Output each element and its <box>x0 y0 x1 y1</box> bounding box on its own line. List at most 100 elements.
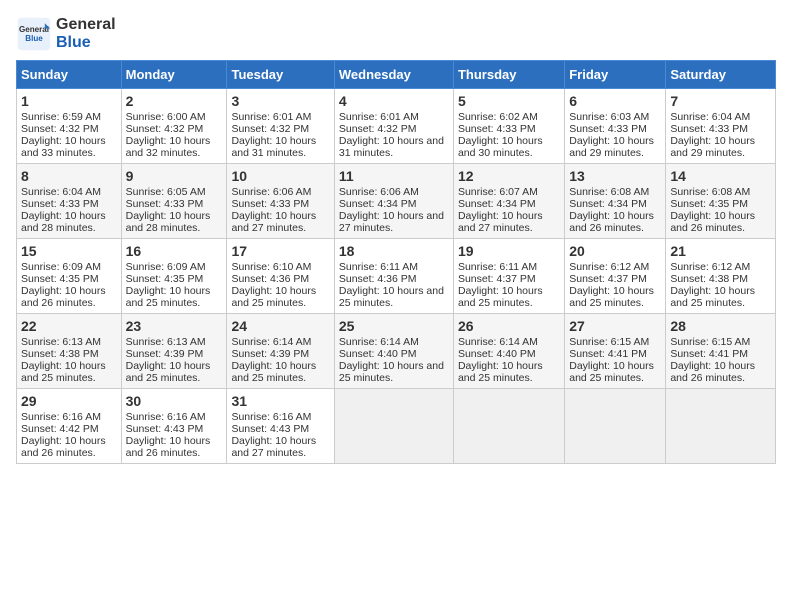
daylight-label: Daylight: 10 hours and 25 minutes. <box>126 360 211 384</box>
sunrise-label: Sunrise: 6:11 AM <box>458 261 537 273</box>
sunrise-label: Sunrise: 6:06 AM <box>339 186 419 198</box>
calendar-cell <box>565 389 666 464</box>
daylight-label: Daylight: 10 hours and 32 minutes. <box>126 135 211 159</box>
sunset-label: Sunset: 4:35 PM <box>126 273 204 285</box>
day-number: 26 <box>458 318 560 334</box>
day-number: 9 <box>126 168 223 184</box>
sunset-label: Sunset: 4:40 PM <box>458 348 536 360</box>
calendar-cell: 31Sunrise: 6:16 AMSunset: 4:43 PMDayligh… <box>227 389 334 464</box>
day-number: 31 <box>231 393 329 409</box>
daylight-label: Daylight: 10 hours and 26 minutes. <box>670 360 755 384</box>
sunset-label: Sunset: 4:32 PM <box>231 123 309 135</box>
day-number: 27 <box>569 318 661 334</box>
day-number: 2 <box>126 93 223 109</box>
daylight-label: Daylight: 10 hours and 31 minutes. <box>339 135 444 159</box>
daylight-label: Daylight: 10 hours and 29 minutes. <box>670 135 755 159</box>
sunrise-label: Sunrise: 6:13 AM <box>21 336 101 348</box>
daylight-label: Daylight: 10 hours and 25 minutes. <box>126 285 211 309</box>
day-number: 29 <box>21 393 117 409</box>
calendar-cell: 4Sunrise: 6:01 AMSunset: 4:32 PMDaylight… <box>334 89 453 164</box>
svg-text:Blue: Blue <box>25 34 43 43</box>
day-number: 19 <box>458 243 560 259</box>
sunrise-label: Sunrise: 6:10 AM <box>231 261 311 273</box>
calendar-cell <box>453 389 564 464</box>
calendar-cell: 8Sunrise: 6:04 AMSunset: 4:33 PMDaylight… <box>17 164 122 239</box>
sunrise-label: Sunrise: 6:02 AM <box>458 111 538 123</box>
daylight-label: Daylight: 10 hours and 28 minutes. <box>126 210 211 234</box>
day-number: 1 <box>21 93 117 109</box>
sunrise-label: Sunrise: 6:06 AM <box>231 186 311 198</box>
sunrise-label: Sunrise: 6:04 AM <box>21 186 101 198</box>
calendar-cell <box>666 389 776 464</box>
sunset-label: Sunset: 4:34 PM <box>569 198 647 210</box>
calendar-table: SundayMondayTuesdayWednesdayThursdayFrid… <box>16 60 776 464</box>
sunrise-label: Sunrise: 6:03 AM <box>569 111 649 123</box>
sunset-label: Sunset: 4:33 PM <box>458 123 536 135</box>
calendar-cell: 20Sunrise: 6:12 AMSunset: 4:37 PMDayligh… <box>565 239 666 314</box>
sunrise-label: Sunrise: 6:12 AM <box>569 261 649 273</box>
calendar-cell: 30Sunrise: 6:16 AMSunset: 4:43 PMDayligh… <box>121 389 227 464</box>
logo: General Blue General Blue <box>16 16 116 52</box>
col-header-sunday: Sunday <box>17 61 122 89</box>
sunrise-label: Sunrise: 6:04 AM <box>670 111 750 123</box>
col-header-thursday: Thursday <box>453 61 564 89</box>
calendar-cell: 24Sunrise: 6:14 AMSunset: 4:39 PMDayligh… <box>227 314 334 389</box>
col-header-tuesday: Tuesday <box>227 61 334 89</box>
week-row-4: 22Sunrise: 6:13 AMSunset: 4:38 PMDayligh… <box>17 314 776 389</box>
daylight-label: Daylight: 10 hours and 26 minutes. <box>670 210 755 234</box>
daylight-label: Daylight: 10 hours and 33 minutes. <box>21 135 106 159</box>
calendar-cell: 5Sunrise: 6:02 AMSunset: 4:33 PMDaylight… <box>453 89 564 164</box>
daylight-label: Daylight: 10 hours and 27 minutes. <box>458 210 543 234</box>
daylight-label: Daylight: 10 hours and 25 minutes. <box>569 285 654 309</box>
calendar-cell: 1Sunrise: 6:59 AMSunset: 4:32 PMDaylight… <box>17 89 122 164</box>
sunrise-label: Sunrise: 6:08 AM <box>670 186 750 198</box>
daylight-label: Daylight: 10 hours and 25 minutes. <box>458 360 543 384</box>
sunset-label: Sunset: 4:43 PM <box>126 423 204 435</box>
day-number: 24 <box>231 318 329 334</box>
sunset-label: Sunset: 4:35 PM <box>670 198 748 210</box>
calendar-cell: 19Sunrise: 6:11 AMSunset: 4:37 PMDayligh… <box>453 239 564 314</box>
calendar-cell: 11Sunrise: 6:06 AMSunset: 4:34 PMDayligh… <box>334 164 453 239</box>
header: General Blue General Blue <box>16 16 776 52</box>
day-number: 18 <box>339 243 449 259</box>
calendar-cell: 14Sunrise: 6:08 AMSunset: 4:35 PMDayligh… <box>666 164 776 239</box>
sunset-label: Sunset: 4:43 PM <box>231 423 309 435</box>
sunset-label: Sunset: 4:38 PM <box>21 348 99 360</box>
week-row-2: 8Sunrise: 6:04 AMSunset: 4:33 PMDaylight… <box>17 164 776 239</box>
sunset-label: Sunset: 4:36 PM <box>339 273 417 285</box>
day-number: 28 <box>670 318 771 334</box>
day-number: 21 <box>670 243 771 259</box>
calendar-cell: 15Sunrise: 6:09 AMSunset: 4:35 PMDayligh… <box>17 239 122 314</box>
sunrise-label: Sunrise: 6:59 AM <box>21 111 101 123</box>
calendar-cell: 12Sunrise: 6:07 AMSunset: 4:34 PMDayligh… <box>453 164 564 239</box>
sunrise-label: Sunrise: 6:16 AM <box>126 411 206 423</box>
daylight-label: Daylight: 10 hours and 28 minutes. <box>21 210 106 234</box>
sunrise-label: Sunrise: 6:14 AM <box>458 336 538 348</box>
daylight-label: Daylight: 10 hours and 30 minutes. <box>458 135 543 159</box>
calendar-cell: 26 Sunrise: 6:14 AMSunset: 4:40 PMDayligh… <box>453 314 564 389</box>
calendar-cell: 3Sunrise: 6:01 AMSunset: 4:32 PMDaylight… <box>227 89 334 164</box>
daylight-label: Daylight: 10 hours and 26 minutes. <box>21 285 106 309</box>
col-header-friday: Friday <box>565 61 666 89</box>
sunset-label: Sunset: 4:34 PM <box>339 198 417 210</box>
sunrise-label: Sunrise: 6:00 AM <box>126 111 206 123</box>
sunrise-label: Sunrise: 6:01 AM <box>339 111 419 123</box>
day-number: 3 <box>231 93 329 109</box>
day-number: 11 <box>339 168 449 184</box>
sunset-label: Sunset: 4:42 PM <box>21 423 99 435</box>
sunset-label: Sunset: 4:35 PM <box>21 273 99 285</box>
day-number: 17 <box>231 243 329 259</box>
sunrise-label: Sunrise: 6:09 AM <box>21 261 101 273</box>
day-number: 7 <box>670 93 771 109</box>
sunset-label: Sunset: 4:37 PM <box>458 273 536 285</box>
sunrise-label: Sunrise: 6:01 AM <box>231 111 311 123</box>
calendar-cell: 22Sunrise: 6:13 AMSunset: 4:38 PMDayligh… <box>17 314 122 389</box>
calendar-cell: 7Sunrise: 6:04 AMSunset: 4:33 PMDaylight… <box>666 89 776 164</box>
sunset-label: Sunset: 4:38 PM <box>670 273 748 285</box>
sunset-label: Sunset: 4:37 PM <box>569 273 647 285</box>
calendar-cell: 17Sunrise: 6:10 AMSunset: 4:36 PMDayligh… <box>227 239 334 314</box>
sunrise-label: Sunrise: 6:15 AM <box>670 336 750 348</box>
week-row-1: 1 Sunrise: 6:59 AM Sunset: 4:32 PM Daylight… <box>17 89 776 164</box>
sunrise-label: Sunrise: 6:08 AM <box>569 186 649 198</box>
daylight-label: Daylight: 10 hours and 25 minutes. <box>231 285 316 309</box>
